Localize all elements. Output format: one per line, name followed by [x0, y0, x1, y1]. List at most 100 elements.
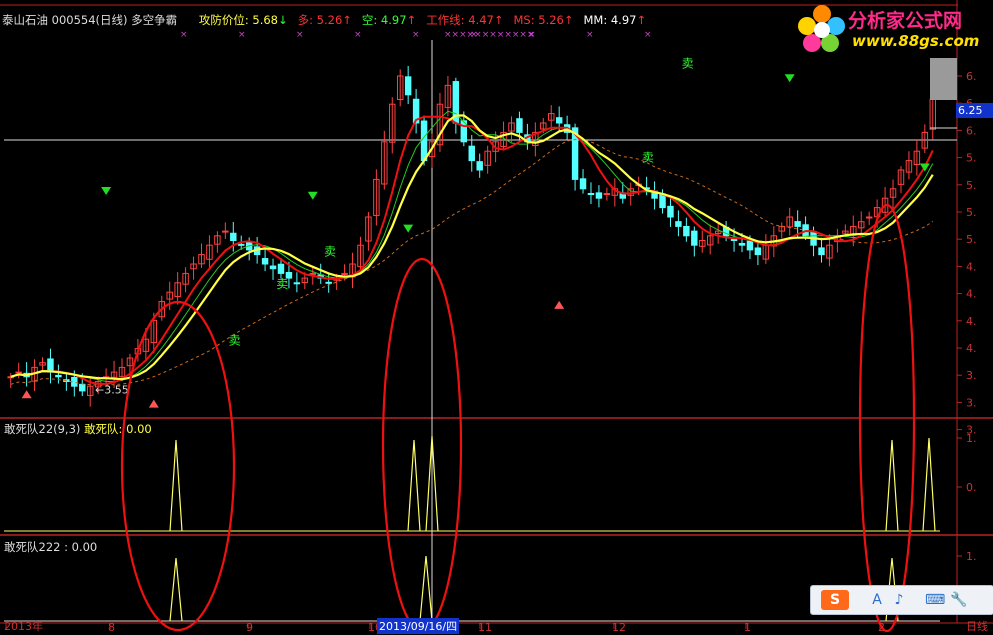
panel2-value: : 0.00 [64, 540, 98, 554]
candle-body [222, 230, 229, 233]
x-label-5: 12 [612, 621, 626, 634]
green-down-arrow-icon [307, 191, 318, 200]
green-down-arrow-icon [919, 163, 930, 172]
candle-body [730, 238, 738, 241]
candle-body [420, 120, 428, 162]
panel2-name: 敢死队222 [4, 540, 61, 554]
candle-body [261, 258, 269, 265]
chart-canvas[interactable]: 6.6.6.5.5.5.5.4.4.4.4.3.3.3.1.0.1.0.卖卖卖卖… [0, 0, 993, 635]
candle-body [277, 263, 285, 274]
candle-body [55, 374, 62, 378]
panel1-spike [169, 439, 183, 532]
candle-body [230, 232, 237, 242]
stock-title: 泰山石油 000554(日线) 多空争霸 [2, 13, 178, 27]
green-down-arrow-icon [403, 224, 414, 233]
annotation-ellipse [381, 257, 463, 633]
panel1-spike [922, 437, 936, 532]
x-marker: × [296, 30, 304, 40]
x-label-0: 2013年 [4, 620, 43, 633]
keyboard-icon[interactable]: ⌨ [925, 590, 945, 610]
candle-body [15, 371, 22, 374]
candle-body [476, 161, 483, 171]
low-price-marker: ←3.55 [95, 384, 129, 397]
logo: 分析家公式网 www.88gs.com [790, 0, 993, 60]
logo-url: www.88gs.com [852, 32, 980, 50]
green-down-arrow-icon [101, 187, 112, 195]
panel2-title: 敢死队222 : 0.00 [4, 539, 97, 555]
y-tick-label: 3. [966, 396, 977, 409]
y-tick-label: 4. [966, 288, 977, 301]
panel1-value: 0.00 [126, 422, 152, 436]
candle-body [516, 118, 523, 133]
sell-label: 卖 [642, 150, 654, 164]
y-tick-label: 4. [966, 342, 977, 355]
candle-body [269, 265, 277, 270]
current-price-block [930, 58, 957, 100]
chart-header: 泰山石油 000554(日线) 多空争霸 攻防价位: 5.68↓ 多: 5.26↑… [2, 12, 646, 28]
sell-label: 卖 [276, 277, 288, 291]
panel1-spike [407, 439, 421, 532]
sell-label: 卖 [229, 334, 241, 348]
candle-body [47, 358, 54, 373]
y-tick-label: 5. [966, 233, 977, 246]
header-item-0: 攻防价位: 5.68↓ [198, 13, 288, 27]
x-marker: × [644, 30, 652, 40]
candle-body [818, 247, 825, 256]
x-label-2: 9 [246, 621, 253, 634]
x-label-7: 2 [878, 621, 885, 634]
font-icon[interactable]: A [867, 590, 887, 610]
x-label-6: 1 [744, 621, 751, 634]
floating-toolbar: S A ♪ ⌨ 🔧 [810, 585, 993, 615]
candle-body [325, 281, 332, 284]
x-marker: × [238, 30, 246, 40]
candle-body [865, 216, 873, 219]
candle-body [293, 282, 301, 285]
candle-body [404, 76, 412, 96]
selected-date: 2013/09/16/四 [377, 618, 460, 634]
green-down-arrow-icon [784, 74, 795, 83]
candle-body [79, 383, 86, 392]
candle-body [587, 192, 595, 195]
x-label-1: 8 [108, 621, 115, 634]
panel1-y-label: 0. [966, 481, 977, 494]
x-label-8: 日线 [966, 620, 988, 633]
candle-body [691, 230, 698, 246]
flower-logo-icon [798, 5, 845, 52]
y-tick-label: 5. [966, 152, 977, 165]
panel2-y-label: 1. [966, 550, 977, 563]
chart-window[interactable]: 6.6.6.5.5.5.5.4.4.4.4.3.3.3.1.0.1.0.卖卖卖卖… [0, 0, 993, 635]
y-tick-label: 5. [966, 179, 977, 192]
x-label-4: 11 [478, 621, 492, 634]
panel1-title: 敢死队22(9,3) 敢死队: 0.00 [4, 421, 152, 437]
x-marker-group: ×××××××××××× [444, 30, 535, 40]
candle-body [746, 240, 754, 251]
header-item-3: 工作线: 4.47↑ [426, 13, 504, 27]
candle-body [555, 117, 563, 124]
candle-body [667, 205, 674, 218]
candle-body [603, 193, 611, 195]
current-price-tag: 6.25 [956, 103, 993, 118]
panel1-spike [885, 439, 899, 532]
y-tick-label: 6. [966, 124, 977, 137]
settings-wrench-icon[interactable]: 🔧 [949, 590, 969, 610]
header-item-1: 多: 5.26↑ [297, 13, 352, 27]
music-icon[interactable]: ♪ [889, 590, 909, 610]
red-up-arrow-icon [554, 300, 565, 309]
panel1-series: 敢死队: [84, 422, 123, 436]
x-marker: × [412, 30, 420, 40]
candle-body [738, 242, 746, 246]
header-item-5: MM: 4.97↑ [583, 13, 647, 27]
y-tick-label: 5. [966, 206, 977, 219]
candle-body [683, 225, 690, 237]
x-marker: × [354, 30, 362, 40]
red-up-arrow-icon [148, 399, 159, 408]
header-item-2: 空: 4.97↑ [361, 13, 417, 27]
panel2-spike [419, 555, 433, 622]
panel1-name: 敢死队22(9,3) [4, 422, 81, 436]
header-item-4: MS: 5.26↑ [513, 13, 574, 27]
sell-label: 卖 [682, 56, 694, 70]
candle-body [468, 145, 475, 162]
candle-body [238, 243, 245, 246]
sogou-icon[interactable]: S [821, 590, 849, 610]
y-tick-label: 3. [966, 369, 977, 382]
